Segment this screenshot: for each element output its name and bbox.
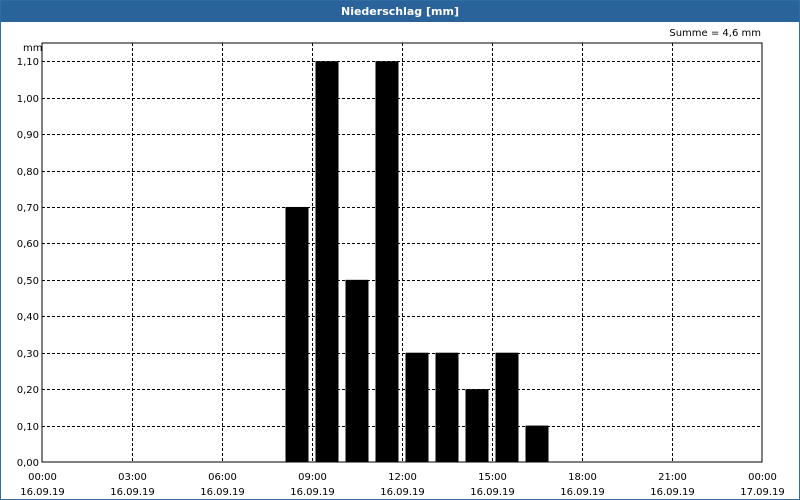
y-tick-label: 1,00 — [17, 94, 39, 105]
x-tick-time: 06:00 — [208, 472, 237, 483]
y-tick-labels: 0,00 0,10 0,20 0,30 0,40 0,50 0,60 0,70 0,80 0,90… — [17, 57, 39, 469]
x-tick-date: 16.09.19 — [560, 487, 605, 498]
x-tick-date: 16.09.19 — [110, 487, 155, 498]
precipitation-bar — [525, 425, 549, 462]
y-tick-label: 0,60 — [17, 239, 39, 250]
x-tick-date: 16.09.19 — [290, 487, 335, 498]
x-tick-time: 21:00 — [658, 472, 687, 483]
precipitation-bar — [315, 61, 339, 462]
y-tick-label: 0,80 — [17, 167, 39, 178]
y-axis-label: mm — [23, 43, 42, 54]
x-tick-date: 16.09.19 — [650, 487, 695, 498]
x-tick-date: 16.09.19 — [380, 487, 425, 498]
y-tick-label: 0,50 — [17, 276, 39, 287]
precipitation-bar — [465, 389, 489, 462]
bars — [285, 61, 549, 462]
precipitation-chart: mm 0,000,100,200,300,400,500,600,700,800… — [17, 42, 785, 498]
x-tick-time: 00:00 — [28, 472, 57, 483]
precipitation-bar — [345, 279, 369, 462]
precipitation-bar — [405, 352, 429, 462]
x-tick-time: 15:00 — [478, 472, 507, 483]
y-tick-label: 0,40 — [17, 312, 39, 323]
x-tick-date: 17.09.19 — [740, 487, 785, 498]
y-tick-label: 0,20 — [17, 385, 39, 396]
precipitation-bar — [285, 206, 309, 462]
x-tick-labels: 00:00 16.09.19 03:00 16.09.19 06:00 16.09.19 0… — [20, 472, 785, 498]
vertical-gridlines — [132, 43, 673, 462]
x-tick-time: 18:00 — [568, 472, 597, 483]
x-tick-date: 16.09.19 — [200, 487, 245, 498]
x-tick-time: 00:00 — [748, 472, 777, 483]
y-tick-label: 1,10 — [17, 57, 39, 68]
x-tick-time: 03:00 — [118, 472, 147, 483]
chart-window: Niederschlag [mm] Summe = 4,6 mm mm 0,00… — [0, 0, 800, 500]
x-tick-date: 16.09.19 — [20, 487, 65, 498]
y-tick-label: 0,90 — [17, 130, 39, 141]
y-tick-label: 0,10 — [17, 422, 39, 433]
precipitation-bar — [375, 61, 399, 462]
y-tick-label: 0,70 — [17, 203, 39, 214]
x-tick-date: 16.09.19 — [470, 487, 515, 498]
y-tick-label: 0,30 — [17, 349, 39, 360]
precipitation-bar — [495, 352, 519, 462]
horizontal-gridlines — [42, 61, 762, 427]
x-tick-time: 12:00 — [388, 472, 417, 483]
precipitation-bar — [435, 352, 459, 462]
x-tick-time: 09:00 — [298, 472, 327, 483]
y-tick-label: 0,00 — [17, 458, 39, 469]
